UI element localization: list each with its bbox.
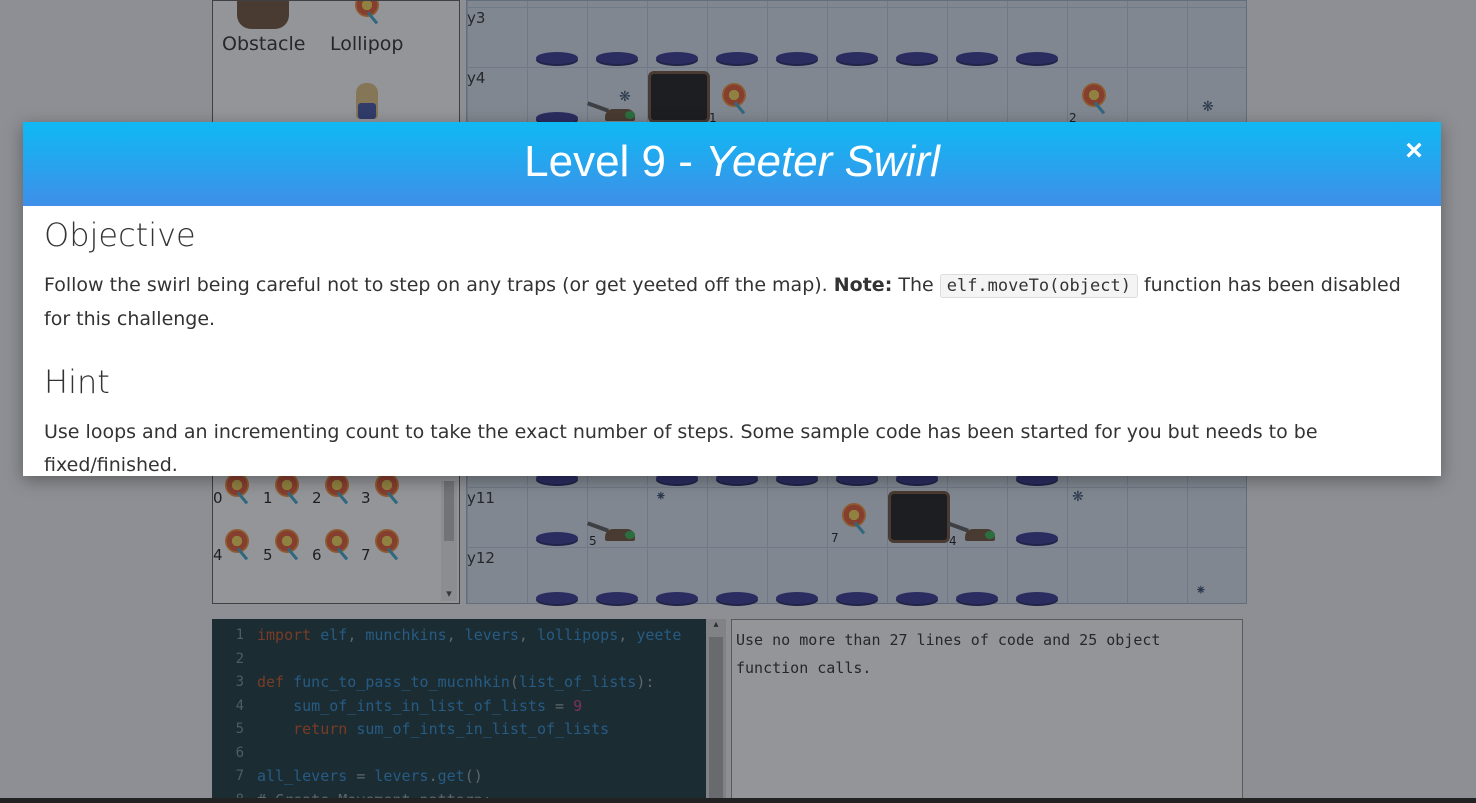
disabled-function-code: elf.moveTo(object) xyxy=(939,274,1138,298)
hint-text: Use loops and an incrementing count to t… xyxy=(44,421,1318,476)
objective-text-part: Follow the swirl being careful not to st… xyxy=(44,274,834,296)
modal-title: Level 9 - Yeeter Swirl xyxy=(23,122,1441,206)
objective-text: Follow the swirl being careful not to st… xyxy=(44,269,1424,336)
modal-header: Level 9 - Yeeter Swirl × xyxy=(23,122,1441,206)
objective-heading: Objective xyxy=(44,216,196,254)
modal-title-prefix: Level 9 - xyxy=(524,137,706,186)
level-info-modal: Level 9 - Yeeter Swirl × Objective Follo… xyxy=(23,122,1441,476)
close-icon[interactable]: × xyxy=(1399,136,1429,166)
bottom-border xyxy=(0,798,1476,803)
hint-heading: Hint xyxy=(44,363,110,401)
level-name: Yeeter Swirl xyxy=(705,137,940,186)
objective-text-part: The xyxy=(892,274,940,296)
note-label: Note: xyxy=(833,274,893,296)
